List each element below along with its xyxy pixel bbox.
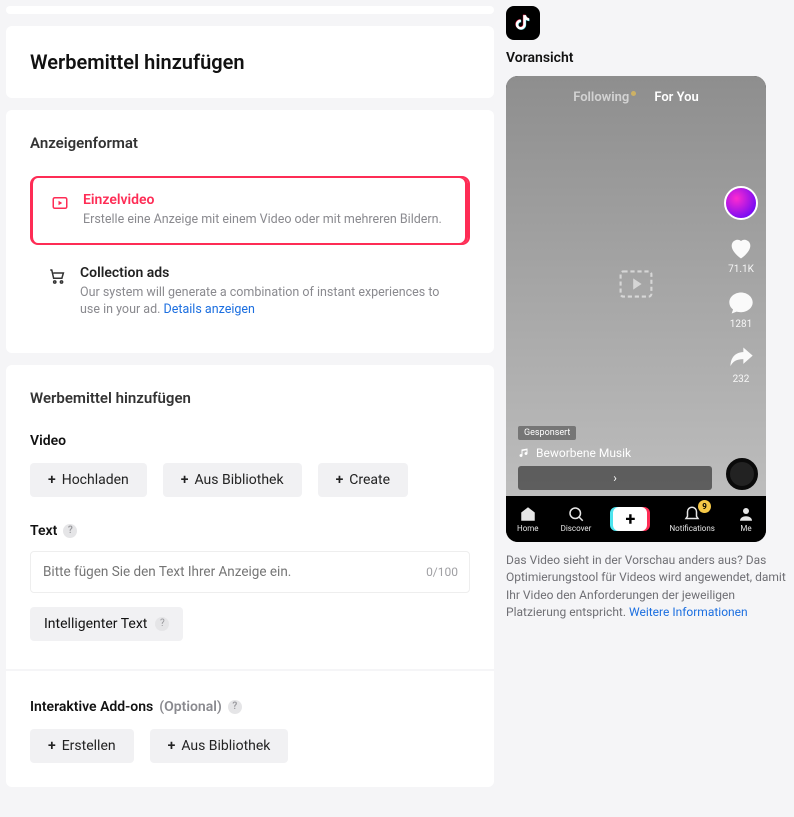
from-library-button[interactable]: +Aus Bibliothek xyxy=(163,463,302,497)
format-single-title: Einzelvideo xyxy=(83,192,442,208)
help-icon[interactable]: ? xyxy=(155,617,169,631)
sponsored-badge: Gesponsert xyxy=(518,426,576,440)
page-title: Werbemittel hinzufügen xyxy=(30,50,470,74)
addons-label: Interaktive Add-ons xyxy=(30,699,153,715)
upload-button[interactable]: +Hochladen xyxy=(30,463,147,497)
promoted-music[interactable]: Beworbene Musik xyxy=(518,446,631,460)
nav-me[interactable]: Me xyxy=(737,505,755,533)
video-frame-icon xyxy=(51,192,69,229)
music-disc-icon[interactable] xyxy=(726,458,758,490)
share-button[interactable]: 232 xyxy=(727,344,755,385)
profile-avatar[interactable] xyxy=(724,186,758,220)
format-collection-desc: Our system will generate a combination o… xyxy=(80,285,452,319)
details-link[interactable]: Details anzeigen xyxy=(164,302,255,317)
ad-text-input[interactable] xyxy=(30,551,470,593)
format-collection-title: Collection ads xyxy=(80,265,452,281)
tab-following[interactable]: Following xyxy=(573,90,636,105)
shopping-cart-icon xyxy=(48,265,66,319)
addons-create-button[interactable]: +Erstellen xyxy=(30,729,134,763)
format-option-single-video[interactable]: Einzelvideo Erstelle eine Anzeige mit ei… xyxy=(30,176,470,245)
comment-button[interactable]: 1281 xyxy=(727,289,755,330)
preview-note: Das Video sieht in der Vorschau anders a… xyxy=(506,552,788,622)
like-button[interactable]: 71.1K xyxy=(727,234,755,275)
addons-library-button[interactable]: +Aus Bibliothek xyxy=(150,729,289,763)
preview-title: Voransicht xyxy=(506,50,788,66)
video-label: Video xyxy=(30,433,66,449)
cta-bar[interactable]: › xyxy=(518,466,712,490)
tab-for-you[interactable]: For You xyxy=(654,90,698,105)
char-counter: 0/100 xyxy=(426,565,458,579)
play-placeholder-icon xyxy=(619,270,653,302)
notifications-badge: 9 xyxy=(698,500,711,513)
tiktok-logo-icon xyxy=(506,6,540,40)
format-single-desc: Erstelle eine Anzeige mit einem Video od… xyxy=(83,212,442,229)
format-section-title: Anzeigenformat xyxy=(30,134,470,152)
more-info-link[interactable]: Weitere Informationen xyxy=(629,605,748,619)
create-button[interactable]: +Create xyxy=(318,463,408,497)
help-icon[interactable]: ? xyxy=(63,524,77,538)
addons-optional: (Optional) xyxy=(159,699,222,715)
nav-discover[interactable]: Discover xyxy=(561,505,592,533)
text-label: Text xyxy=(30,523,57,539)
smart-text-button[interactable]: Intelligenter Text ? xyxy=(30,607,183,641)
nav-create[interactable]: + xyxy=(613,507,647,531)
help-icon[interactable]: ? xyxy=(228,700,242,714)
tiktok-preview: Following For You 71.1K 1281 xyxy=(506,76,766,542)
format-option-collection[interactable]: Collection ads Our system will generate … xyxy=(30,255,470,329)
nav-home[interactable]: Home xyxy=(517,505,539,533)
creative-section-title: Werbemittel hinzufügen xyxy=(30,389,470,407)
